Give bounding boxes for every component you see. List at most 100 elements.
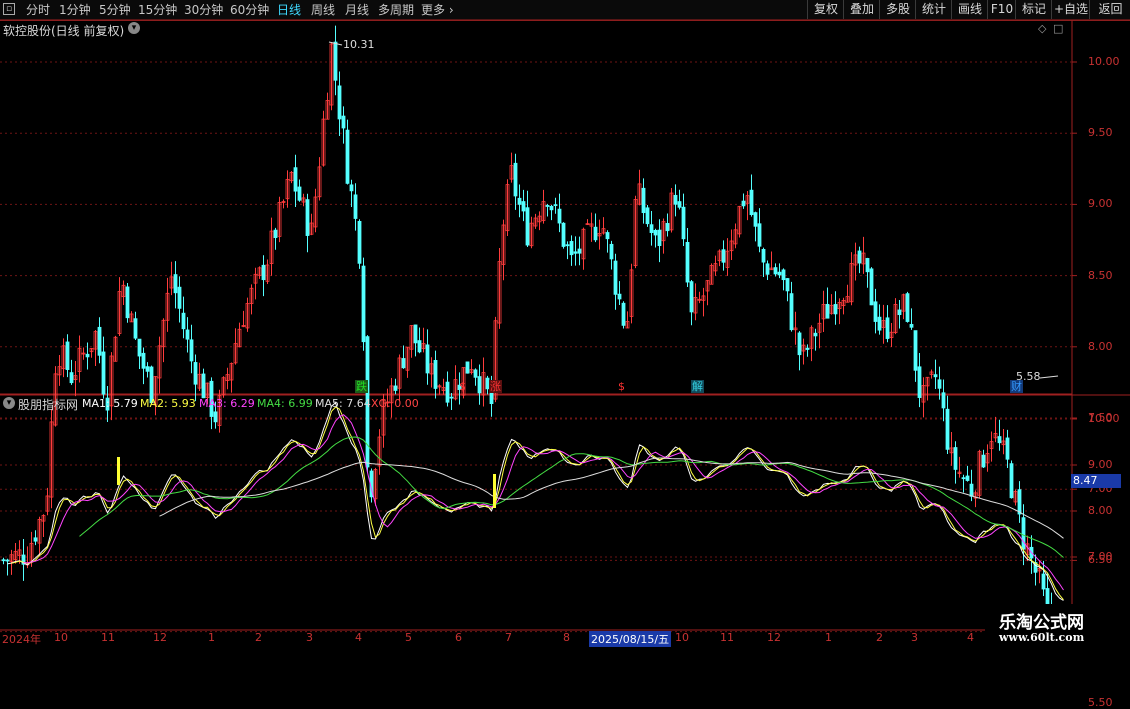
- date-tick-label: 3: [911, 631, 918, 644]
- candle-body: [185, 329, 190, 340]
- candle-body: [357, 220, 362, 264]
- candle-body: [565, 244, 570, 247]
- candle-body: [605, 232, 610, 240]
- ma-value-label: MA5: 7.64: [315, 397, 371, 410]
- candle-body: [873, 301, 878, 322]
- candle-body: [125, 286, 130, 319]
- candle-body: [525, 207, 530, 246]
- candle-body: [773, 267, 778, 275]
- indicator-menu-icon[interactable]: ▾: [3, 397, 15, 409]
- candle-body: [865, 258, 870, 273]
- expand-icon[interactable]: □: [1053, 22, 1063, 35]
- indicator-title: 股朋指标网: [18, 398, 79, 412]
- candle-body: [449, 396, 454, 399]
- stock-title: 软控股份(日线 前复权): [3, 24, 125, 38]
- candle-body: [573, 251, 578, 254]
- event-tag[interactable]: 涨: [489, 380, 502, 393]
- candle-body: [305, 199, 310, 236]
- price-tick-label: 8.50: [1088, 268, 1113, 282]
- candle-body: [897, 309, 902, 316]
- candle-body: [341, 115, 346, 129]
- event-tag[interactable]: 财: [1010, 380, 1023, 393]
- candle-body: [173, 274, 178, 294]
- event-tag[interactable]: $: [458, 380, 467, 393]
- candle-body: [645, 207, 650, 225]
- candle-body: [757, 223, 762, 247]
- date-tick-label: 11: [101, 631, 115, 644]
- candle-body: [997, 436, 1002, 444]
- kline-chart-canvas[interactable]: [0, 0, 1130, 650]
- ma-line: [159, 457, 1064, 539]
- candle-body: [877, 316, 882, 331]
- candle-body: [781, 269, 786, 281]
- candle-body: [393, 385, 398, 391]
- date-tick-label: 1: [208, 631, 215, 644]
- candle-body: [561, 222, 566, 247]
- date-tick-label: 1: [825, 631, 832, 644]
- candle-body: [945, 408, 950, 450]
- candle-body: [193, 362, 198, 385]
- candle-body: [333, 41, 338, 81]
- candle-body: [685, 242, 690, 283]
- candle-body: [677, 201, 682, 208]
- candle-body: [85, 353, 90, 358]
- date-tick-label: 5: [405, 631, 412, 644]
- candle-body: [933, 374, 938, 378]
- candle-body: [1005, 437, 1010, 460]
- date-tick-label: 6: [455, 631, 462, 644]
- signal-bar: [493, 474, 496, 508]
- date-tick-label: 10: [54, 631, 68, 644]
- candle-body: [937, 379, 942, 389]
- ma-line: [11, 406, 1064, 601]
- ma-value-label: MA1: 5.79: [82, 397, 138, 410]
- candle-body: [5, 559, 10, 562]
- diamond-icon[interactable]: ◇: [1038, 22, 1046, 35]
- candle-body: [641, 187, 646, 214]
- ma-value-label: MA4: 6.99: [257, 397, 313, 410]
- candle-body: [885, 317, 890, 339]
- candle-body: [961, 477, 966, 480]
- candle-body: [941, 392, 946, 409]
- candle-body: [549, 205, 554, 211]
- candle-body: [345, 129, 350, 184]
- candle-body: [721, 249, 726, 263]
- candle-body: [613, 260, 618, 295]
- event-tag[interactable]: 跌: [355, 380, 368, 393]
- candle-body: [981, 454, 986, 468]
- candle-body: [557, 208, 562, 224]
- date-tick-label: 12: [153, 631, 167, 644]
- price-tick-label: 5.50: [1088, 695, 1113, 709]
- candle-body: [657, 229, 662, 247]
- candle-body: [797, 332, 802, 356]
- date-tick-label: 2024年: [2, 633, 41, 646]
- candle-body: [665, 223, 670, 232]
- chevron-down-icon[interactable]: ▾: [128, 22, 140, 34]
- candle-body: [689, 281, 694, 313]
- candle-body: [753, 212, 758, 227]
- candle-body: [513, 162, 518, 197]
- date-tick-label: 11: [720, 631, 734, 644]
- candle-body: [473, 369, 478, 378]
- date-tick-label: 8: [563, 631, 570, 644]
- date-tick-label: 4: [967, 631, 974, 644]
- candle-body: [65, 341, 70, 371]
- candle-body: [297, 186, 302, 201]
- candle-body: [201, 373, 206, 399]
- candle-body: [445, 381, 450, 403]
- candle-body: [857, 250, 862, 264]
- candle-body: [969, 483, 974, 497]
- candle-body: [361, 265, 366, 343]
- candle-body: [681, 206, 686, 240]
- candle-body: [741, 200, 746, 207]
- candle-body: [1, 559, 6, 562]
- event-tag[interactable]: $: [617, 380, 626, 393]
- date-tick-label: 4: [355, 631, 362, 644]
- candle-body: [553, 204, 558, 207]
- candle-body: [33, 537, 38, 542]
- watermark-url: www.60lt.com: [999, 631, 1085, 644]
- event-tag[interactable]: 解: [691, 380, 704, 393]
- candle-body: [137, 338, 142, 357]
- candle-body: [905, 293, 910, 322]
- candle-body: [261, 264, 266, 281]
- candle-body: [141, 352, 146, 369]
